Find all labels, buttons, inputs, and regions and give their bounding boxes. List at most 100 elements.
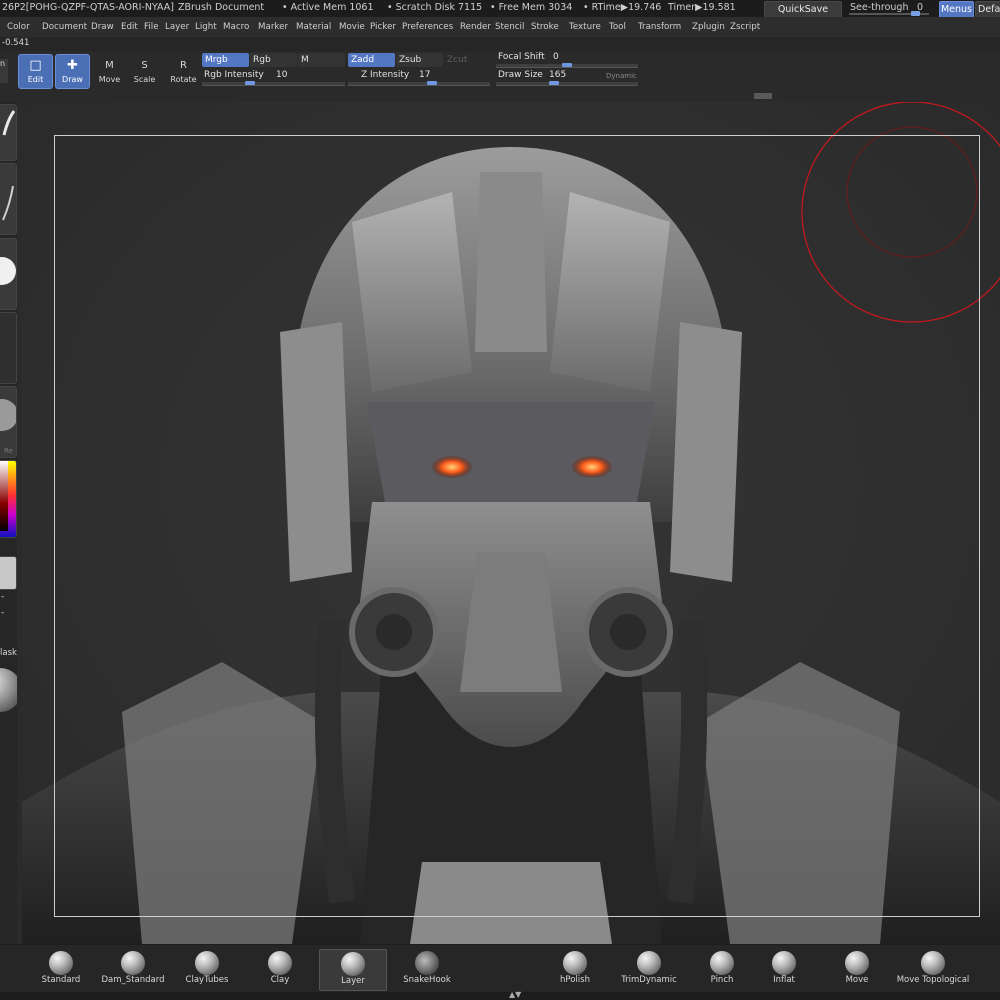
color-picker-gradient	[0, 461, 8, 531]
focal-shift-knob[interactable]	[562, 63, 572, 67]
brush-inflat[interactable]: Inflat	[751, 949, 817, 989]
left-shelf-fragment[interactable]: n	[0, 59, 8, 83]
menu-zplugin[interactable]: Zplugin	[692, 22, 725, 32]
stroke-icon	[2, 185, 14, 221]
brush-move-topological[interactable]: Move Topological	[893, 949, 973, 989]
edit-icon: □	[29, 58, 42, 73]
main-color-swatch[interactable]	[0, 556, 17, 590]
brush-thumbnail[interactable]	[0, 104, 17, 161]
dam-standard-brush-icon	[121, 951, 145, 975]
draw-size-value: 165	[549, 70, 567, 80]
focal-shift-label: Focal Shift	[498, 52, 545, 62]
color-picker[interactable]	[0, 460, 17, 538]
move-brush-icon	[845, 951, 869, 975]
collapse-arrow-icon[interactable]: ▲▼	[509, 990, 521, 999]
brush-standard[interactable]: Standard	[28, 949, 94, 989]
mrgb-button[interactable]: Mrgb	[202, 53, 249, 67]
menu-stencil[interactable]: Stencil	[495, 22, 524, 32]
rgb-button[interactable]: Rgb	[250, 53, 297, 67]
status-bar: 26 P2[POHG-QZPF-QTAS-AORI-NYAA] ZBrush D…	[0, 0, 1000, 18]
menu-light[interactable]: Light	[195, 22, 217, 32]
rgb-intensity-value: 10	[276, 70, 288, 80]
menu-material[interactable]: Material	[296, 22, 331, 32]
menu-marker[interactable]: Marker	[258, 22, 288, 32]
menu-tool[interactable]: Tool	[609, 22, 626, 32]
menu-color[interactable]: Color	[7, 22, 30, 32]
focal-shift-slider[interactable]: Focal Shift 0	[496, 51, 638, 69]
stroke-thumbnail[interactable]	[0, 163, 17, 235]
layer-brush-icon	[341, 952, 365, 976]
draw-button[interactable]: ✚ Draw	[55, 54, 90, 89]
brush-pinch[interactable]: Pinch	[689, 949, 755, 989]
menu-preferences[interactable]: Preferences	[402, 22, 453, 32]
move-button[interactable]: M Move	[92, 54, 127, 89]
brush-label: Move Topological	[896, 975, 970, 985]
brush-layer[interactable]: Layer	[319, 949, 387, 991]
menu-transform[interactable]: Transform	[638, 22, 681, 32]
rgb-intensity-slider[interactable]: Rgb Intensity 10	[202, 69, 345, 89]
z-intensity-value: 17	[419, 70, 431, 80]
rotate-button[interactable]: R Rotate	[166, 54, 201, 89]
brush-hpolish[interactable]: hPolish	[542, 949, 608, 989]
timer: Timer▶19.581	[668, 2, 736, 13]
alpha-thumbnail[interactable]	[0, 238, 17, 310]
mask-thumbnail[interactable]	[0, 662, 22, 718]
menus-button[interactable]: Menus	[939, 1, 974, 18]
brush-label: SnakeHook	[403, 975, 451, 985]
scale-button[interactable]: S Scale	[127, 54, 162, 89]
draw-label: Draw	[62, 75, 83, 84]
material-thumbnail[interactable]: Re	[0, 386, 18, 458]
quicksave-button[interactable]: QuickSave	[764, 1, 842, 18]
menu-movie[interactable]: Movie	[339, 22, 365, 32]
shelf-scrollbar-thumb[interactable]	[754, 93, 772, 99]
brush-stroke-icon	[2, 110, 16, 136]
move-label: Move	[98, 75, 121, 84]
brush-clay[interactable]: Clay	[247, 949, 313, 989]
rgb-intensity-knob[interactable]	[244, 81, 255, 85]
z-intensity-knob[interactable]	[426, 81, 437, 85]
document-frame	[54, 135, 980, 917]
draw-icon: ✚	[67, 58, 78, 73]
edit-button[interactable]: □ Edit	[18, 54, 53, 89]
z-intensity-slider[interactable]: Z Intensity 17	[348, 69, 490, 89]
brush-label: hPolish	[560, 975, 590, 985]
bottom-tray-handle[interactable]: ▲▼	[0, 990, 1000, 1000]
zsub-button[interactable]: Zsub	[396, 53, 443, 67]
menu-edit[interactable]: Edit	[121, 22, 138, 32]
zcut-button[interactable]: Zcut	[444, 53, 491, 67]
snakehook-brush-icon	[415, 951, 439, 975]
menu-macro[interactable]: Macro	[223, 22, 249, 32]
brush-claytubes[interactable]: ClayTubes	[174, 949, 240, 989]
menu-stroke[interactable]: Stroke	[531, 22, 559, 32]
brush-move[interactable]: Move	[824, 949, 890, 989]
texture-thumbnail[interactable]	[0, 312, 17, 384]
menu-texture[interactable]: Texture	[569, 22, 601, 32]
zadd-button[interactable]: Zadd	[348, 53, 395, 67]
brush-dam-standard[interactable]: Dam_Standard	[100, 949, 166, 989]
menu-document[interactable]: Document	[42, 22, 87, 32]
draw-size-slider[interactable]: Draw Size 165 Dynamic	[496, 69, 638, 89]
menu-draw[interactable]: Draw	[91, 22, 114, 32]
rgb-intensity-track	[202, 82, 345, 86]
menu-render[interactable]: Render	[460, 22, 491, 32]
mask-sphere-icon	[0, 668, 22, 712]
menu-picker[interactable]: Picker	[370, 22, 396, 32]
default-button[interactable]: Defa	[975, 1, 1000, 18]
tray-dash-1: -	[1, 592, 5, 602]
menu-zscript[interactable]: Zscript	[730, 22, 760, 32]
see-through-slider[interactable]: See-through 0	[845, 0, 933, 17]
brush-snakehook[interactable]: SnakeHook	[394, 949, 460, 989]
menu-file[interactable]: File	[144, 22, 159, 32]
draw-size-knob[interactable]	[549, 81, 559, 85]
z-intensity-label: Z Intensity	[361, 70, 410, 80]
see-through-knob[interactable]	[911, 11, 920, 16]
menu-layer[interactable]: Layer	[165, 22, 189, 32]
dynamic-toggle[interactable]: Dynamic	[606, 72, 637, 80]
document-canvas[interactable]	[22, 102, 1000, 944]
mask-label: lask	[0, 648, 17, 658]
rotate-label: Rotate	[170, 75, 197, 84]
top-shelf: n □ Edit ✚ Draw M Move S Scale R Rotate …	[0, 51, 1000, 93]
brush-trimdynamic[interactable]: TrimDynamic	[616, 949, 682, 989]
scale-icon: S	[141, 60, 148, 71]
m-button[interactable]: M	[298, 53, 345, 67]
